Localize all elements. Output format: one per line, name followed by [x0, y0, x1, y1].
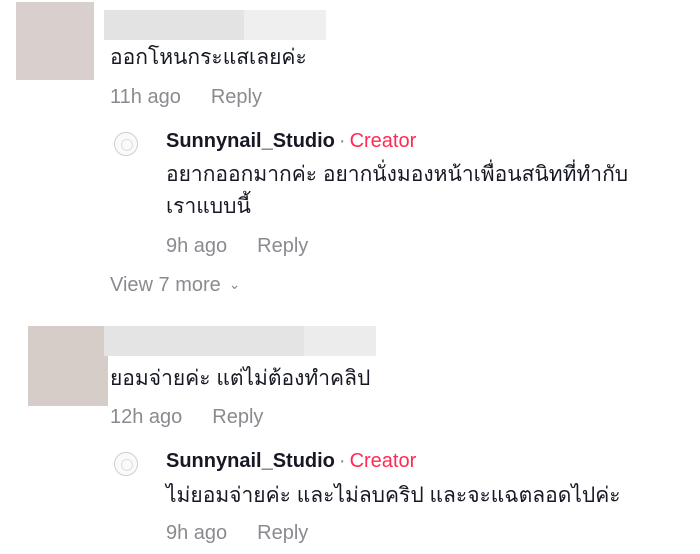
redaction-block: [304, 326, 376, 356]
creator-badge: Creator: [349, 450, 417, 472]
comment-item: ออกโหนกระแสเลยค่ะ 11h ago Reply Sunnynail…: [0, 0, 700, 310]
comment-meta: 12h ago Reply: [110, 406, 263, 429]
redaction-block: [244, 10, 326, 40]
avatar[interactable]: [28, 326, 108, 406]
reply-text-line-2: เราแบบนี้: [166, 195, 251, 218]
separator-dot: ·: [338, 450, 346, 472]
reply-author-name[interactable]: Sunnynail_Studio: [166, 450, 335, 472]
reply-author-name[interactable]: Sunnynail_Studio: [166, 130, 335, 152]
reply-button[interactable]: Reply: [257, 235, 308, 257]
reply-author-line: Sunnynail_Studio · Creator: [166, 130, 416, 153]
chevron-down-icon: ⌄: [228, 276, 241, 292]
creator-badge: Creator: [349, 130, 417, 152]
reply-meta: 9h ago Reply: [166, 235, 308, 258]
reply-author-line: Sunnynail_Studio · Creator: [166, 450, 416, 473]
creator-avatar[interactable]: [114, 132, 138, 156]
comment-text: ยอมจ่ายค่ะ แต่ไม่ต้องทำคลิป: [110, 367, 371, 390]
view-more-replies-button[interactable]: View 7 more ⌄: [110, 274, 241, 297]
comment-meta: 11h ago Reply: [110, 86, 262, 109]
reply-button[interactable]: Reply: [212, 406, 263, 428]
comment-item: ยอมจ่ายค่ะ แต่ไม่ต้องทำคลิป 12h ago Reply…: [0, 318, 700, 554]
username-redacted[interactable]: [104, 10, 326, 40]
comment-time: 12h ago: [110, 406, 183, 428]
reply-time: 9h ago: [166, 522, 228, 544]
separator-dot: ·: [338, 130, 346, 152]
redaction-block: [104, 326, 304, 356]
comment-text: ออกโหนกระแสเลยค่ะ: [110, 46, 307, 69]
creator-avatar[interactable]: [114, 452, 138, 476]
avatar[interactable]: [16, 2, 94, 80]
comment-time: 11h ago: [110, 86, 181, 108]
reply-button[interactable]: Reply: [257, 522, 308, 544]
reply-text-line-1: อยากออกมากค่ะ อยากนั่งมองหน้าเพื่อนสนิทท…: [166, 163, 629, 186]
reply-time: 9h ago: [166, 235, 228, 257]
view-more-label: View 7 more: [110, 274, 221, 296]
reply-button[interactable]: Reply: [211, 86, 262, 108]
redaction-block: [104, 10, 244, 40]
reply-meta: 9h ago Reply: [166, 522, 308, 545]
reply-text-line-1: ไม่ยอมจ่ายค่ะ และไม่ลบคริป และจะแฉตลอดไป…: [166, 484, 621, 507]
username-redacted[interactable]: [104, 326, 376, 356]
